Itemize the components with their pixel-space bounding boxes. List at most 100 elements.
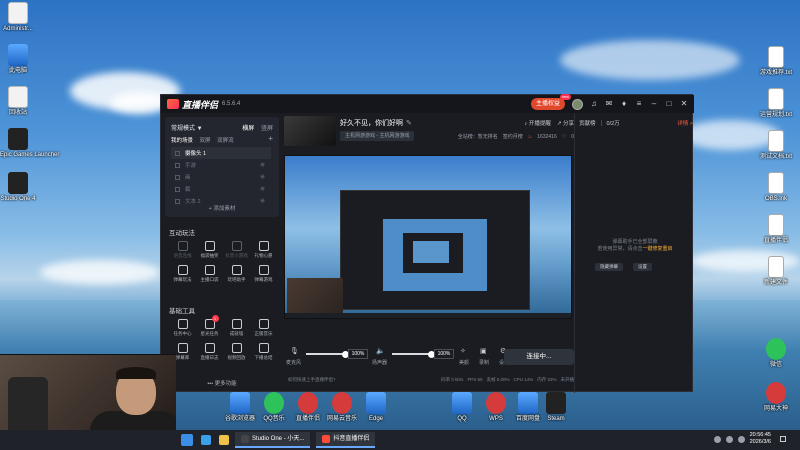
streamer-benefits-button[interactable]: 主播权益 new [530,94,571,110]
desktop-icon-bottom-5[interactable]: Edge [358,392,394,423]
checkbox-icon[interactable] [175,150,180,156]
room-cover[interactable] [284,116,336,146]
headset-icon[interactable]: ♫ [590,100,598,108]
tool-danmaku-play[interactable]: 弹幕玩法 [169,265,196,282]
windows-start-icon[interactable] [181,434,193,446]
category-chip[interactable]: 主机网游游戏 - 主机网游游戏 [340,131,415,141]
desktop-icon-this-pc[interactable]: 此电脑 [0,44,36,75]
message-icon[interactable]: ✉ [605,100,613,108]
help-tip[interactable]: 如何快速上手直播伴侣? [288,377,336,383]
add-source-button[interactable]: + 添加素材 [165,204,279,212]
maximize-icon[interactable]: □ [665,100,673,108]
desktop-icon-user-folder[interactable]: Administr... [0,2,36,33]
clock[interactable]: 20:56:45 2026/3/6 [750,432,771,446]
tab-contribution[interactable]: 贡献榜 [579,119,596,127]
share-button[interactable]: ↗ 分享 [557,119,574,127]
tool-play-assistant[interactable]: 玩吧助手 [223,265,250,282]
checkbox-icon[interactable] [175,186,180,192]
desktop-icon-lnk[interactable]: OBS.lnk [758,172,794,203]
list-item[interactable]: 截 ◉ [171,183,271,195]
restart-link[interactable]: 重启 [663,246,673,252]
eye-icon[interactable]: ◉ [260,162,265,168]
one-click-fix-link[interactable]: 一键修复 [642,246,662,252]
volume-icon[interactable] [737,435,745,443]
eye-icon[interactable]: ◉ [260,186,265,192]
speaker-icon[interactable]: 🔈 [376,347,385,355]
tool-lucky-bag[interactable]: 福袋抽奖 [196,241,223,258]
desktop-icon-new-file[interactable]: 新建文件 [758,256,794,287]
notification-icon[interactable] [780,436,786,442]
beauty-icon[interactable]: ✧ [460,347,466,355]
tool-voice-link[interactable]: 语音连线 [169,241,196,258]
desktop-icon-bottom-2[interactable]: QQ音乐 [256,392,292,423]
tool-achievement[interactable]: 成就墙 [223,319,250,336]
taskbar-item-studio-one[interactable]: Studio One - 小天... [235,432,311,448]
eye-icon[interactable]: ◉ [260,174,265,180]
shirt-icon[interactable]: ♦ [620,100,628,108]
tool-danmaku-game[interactable]: 弹幕游戏 [250,265,277,282]
edge-icon[interactable] [201,435,211,445]
desktop-icon-epic[interactable]: Epic Games Launcher [0,128,59,159]
tab-landscape[interactable]: 横屏 [242,126,254,132]
desktop-icon-bottom-7[interactable]: WPS [478,392,514,423]
list-item[interactable]: 摄像头 1 [171,147,271,159]
add-scene-icon[interactable]: + [268,134,273,143]
tool-gift-wish[interactable]: 礼物心愿 [250,241,277,258]
tab-my-scenes[interactable]: 我的场景 [171,138,193,144]
menu-icon[interactable]: ≡ [635,100,643,108]
close-icon[interactable]: ✕ [680,100,688,108]
desktop-icon-bottom-4[interactable]: 网易云音乐 [324,392,360,423]
room-title[interactable]: 好久不见，你们好啊 ✎ [340,118,412,128]
details-link[interactable]: 详情 > [677,119,693,127]
taskbar-item-live-companion[interactable]: 抖音直播伴侣 [316,432,376,448]
tool-mini-game[interactable]: 抖音小游戏 [223,241,250,258]
edit-icon[interactable]: ✎ [406,120,412,127]
list-item[interactable]: 画 ◉ [171,171,271,183]
checkbox-icon[interactable] [175,174,180,180]
beauty-label[interactable]: 美颜 [459,359,469,366]
monthly-rank[interactable]: 签约月榜 [503,133,523,140]
tool-music[interactable]: 正版音乐 [250,319,277,336]
start-live-button[interactable]: 连接中... [504,349,574,365]
tab-dual-stream[interactable]: 双屏流 [217,138,234,144]
checkbox-icon[interactable] [175,198,180,204]
tool-replay[interactable]: 视频回放 [223,343,250,360]
desktop-icon-wechat[interactable]: 微信 [758,338,794,369]
danmaku-settings-button[interactable]: 设置 [633,263,652,271]
live-preview[interactable] [284,155,572,319]
desktop-icon-live-companion[interactable]: 直播伴侣 [758,214,794,245]
desktop-icon-txt-3[interactable]: 测试文档.txt [758,130,794,161]
network-icon[interactable] [725,435,733,443]
desktop-icon-bottom-9[interactable]: Steam [538,392,574,423]
desktop-icon-bottom-3[interactable]: 直播伴侣 [290,392,326,423]
mic-volume-value[interactable]: 100% [348,349,368,359]
tool-summary[interactable]: 下播总结 [250,343,277,360]
hide-danmaku-button[interactable]: 隐藏弹幕 [595,263,623,271]
desktop-icon-txt-2[interactable]: 运营规划.txt [758,88,794,119]
file-explorer-icon[interactable] [219,435,229,445]
tool-star-task[interactable]: 1 星光任务 [196,315,223,336]
minimize-icon[interactable]: – [650,100,658,108]
mode-selector[interactable]: 常规模式 ▼ [171,123,203,132]
desktop-icon-recycle-bin[interactable]: 回收站 [0,86,36,117]
mic-volume-slider[interactable] [306,350,349,358]
record-label[interactable]: 录制 [479,359,489,366]
tool-task-center[interactable]: 任务中心 [169,319,196,336]
mic-icon[interactable]: 🎙 [290,347,299,355]
more-functions-button[interactable]: ••• 更多功能 [165,379,279,387]
desktop-icon-netease[interactable]: 网易大神 [758,382,794,413]
checkbox-icon[interactable] [175,162,180,168]
tab-portrait[interactable]: 竖屏 [261,126,273,132]
tool-pocket[interactable]: 主播口袋 [196,265,223,282]
avatar[interactable] [572,98,583,110]
site-rank[interactable]: 全站榜：暂无排名 [458,133,498,140]
tray-chevron-icon[interactable] [713,435,721,443]
tab-dual-screen[interactable]: 双屏 [200,138,211,144]
tool-live-log[interactable]: 直播日志 [196,343,223,360]
desktop-icon-bottom-1[interactable]: 谷歌浏览器 [222,392,258,423]
speaker-volume-slider[interactable] [392,350,435,358]
list-item[interactable]: 手游 ◉ [171,159,271,171]
live-reminder-button[interactable]: ♪ 开播提醒 [525,119,551,127]
desktop-icon-bottom-6[interactable]: QQ [444,392,480,423]
speaker-volume-value[interactable]: 100% [434,349,454,359]
